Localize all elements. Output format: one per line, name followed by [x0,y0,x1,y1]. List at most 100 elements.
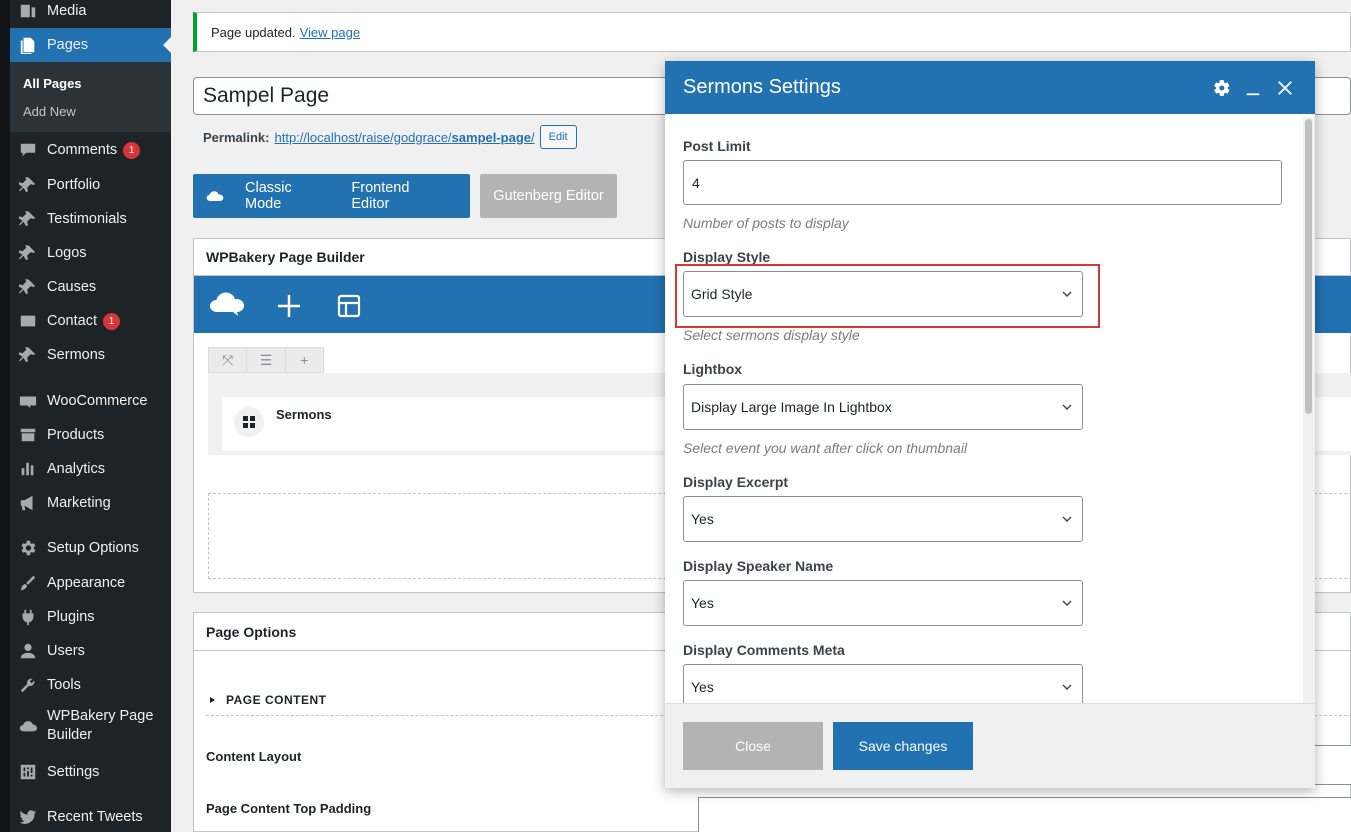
sidebar-item-logos[interactable]: Logos [10,238,171,268]
post-limit-label: Post Limit [683,138,751,154]
modal-scrollbar[interactable] [1303,117,1315,703]
sidebar-item-label: Marketing [47,495,111,511]
sidebar-item-marketing[interactable]: Marketing [10,488,171,518]
editor-mode-bar: Classic Mode Frontend Editor [193,174,470,218]
submenu-add-new[interactable]: Add New [23,104,76,119]
pin-icon [18,243,38,263]
sidebar-item-label: Causes [47,279,97,295]
page-content-toggle[interactable]: PAGE CONTENT [210,693,326,707]
save-changes-button[interactable]: Save changes [833,722,973,770]
sidebar-item-label: Media [47,3,87,19]
sidebar-item-label: Tools [47,677,81,693]
close-button[interactable]: Close [683,722,823,770]
element-name: Sermons [276,407,332,422]
plug-icon [18,607,38,627]
display-style-label: Display Style [683,249,771,265]
user-icon [18,641,38,661]
pages-icon [18,35,38,55]
sidebar-item-label: WooCommerce [47,393,148,409]
modal-footer: Close Save changes [665,703,1315,788]
pin-icon [18,345,38,365]
menu-separator [10,375,171,376]
comments-meta-label: Display Comments Meta [683,642,845,658]
update-notice: Page updated. View page [193,12,1351,52]
media-icon [18,1,38,21]
gear-icon [18,538,38,558]
sidebar-item-label: Settings [47,764,100,780]
sidebar-item-tools[interactable]: Tools [10,670,171,700]
chevron-down-icon [1062,600,1072,606]
add-element-icon[interactable] [276,293,302,319]
pin-icon [18,209,38,229]
post-limit-input[interactable]: 4 [683,160,1282,205]
display-style-hint: Select sermons display style [683,327,860,343]
submenu-all-pages[interactable]: All Pages [23,76,82,91]
top-padding-field[interactable] [698,797,1351,832]
sidebar-item-appearance[interactable]: Appearance [10,568,171,598]
excerpt-label: Display Excerpt [683,474,789,490]
classic-mode-button[interactable]: Classic Mode [245,180,327,212]
view-page-link[interactable]: View page [300,25,360,40]
permalink-row: Permalink: http://localhost/raise/godgra… [203,125,577,149]
sidebar-item-products[interactable]: Products [10,420,171,450]
sidebar-item-causes[interactable]: Causes [10,272,171,302]
cloud-icon [18,716,38,736]
row-move-icon[interactable]: ⤧ [209,348,248,372]
chart-bar-icon [18,459,38,479]
sidebar-item-label: Contact [47,313,97,329]
sidebar-item-recent-tweets[interactable]: Recent Tweets [10,802,171,832]
sidebar-item-settings[interactable]: Settings [10,757,171,787]
sidebar-item-woocommerce[interactable]: WooCommerce [10,386,171,416]
grid-icon [234,407,264,437]
sidebar-item-contact[interactable]: Contact 1 [10,306,171,336]
menu-separator [10,523,171,524]
lightbox-select[interactable]: Display Large Image In Lightbox [683,384,1083,430]
row-layout-icon[interactable]: ☰ [247,348,286,372]
templates-icon[interactable] [336,293,362,319]
sidebar-item-analytics[interactable]: Analytics [10,454,171,484]
sidebar-item-label: Portfolio [47,177,101,193]
modal-body: Post Limit 4 Number of posts to display … [665,114,1315,710]
excerpt-select[interactable]: Yes [683,496,1083,542]
sidebar-item-users[interactable]: Users [10,636,171,666]
gutenberg-editor-button[interactable]: Gutenberg Editor [480,174,617,218]
sidebar-item-media[interactable]: Media [10,0,171,26]
pin-icon [18,277,38,297]
close-icon[interactable] [1275,78,1295,98]
sidebar-item-label: Comments [47,142,118,158]
sidebar-item-label: Analytics [47,461,106,477]
speaker-select[interactable]: Yes [683,580,1083,626]
sidebar-item-plugins[interactable]: Plugins [10,602,171,632]
comments-icon [18,140,38,160]
row-controls: ⤧ ☰ + [208,347,324,373]
sidebar-item-wpbakery-page-builder[interactable]: WPBakery Page Builder [10,704,171,748]
row-add-icon[interactable]: + [286,348,323,372]
sidebar-item-label: Testimonials [47,211,127,227]
sidebar-item-comments[interactable]: Comments 1 [10,135,171,165]
count-badge: 1 [102,312,120,330]
modal-title: Sermons Settings [683,76,841,98]
sidebar-item-setup-options[interactable]: Setup Options [10,533,171,563]
permalink-link[interactable]: http://localhost/raise/godgrace/sampel-p… [274,130,534,145]
lightbox-hint: Select event you want after click on thu… [683,440,968,456]
sidebar-item-label: Appearance [47,575,126,591]
edit-permalink-button[interactable]: Edit [539,125,577,149]
sidebar-item-pages[interactable]: Pages [10,28,171,62]
lightbox-label: Lightbox [683,361,743,377]
sidebar-item-label: Products [47,427,105,443]
gear-icon[interactable] [1211,78,1231,98]
megaphone-icon [18,493,38,513]
permalink-label: Permalink: [203,129,270,145]
sidebar-item-testimonials[interactable]: Testimonials [10,204,171,234]
chevron-down-icon [1062,684,1072,690]
minimize-icon[interactable] [1243,78,1263,98]
sidebar-item-sermons[interactable]: Sermons [10,340,171,370]
scrollbar-thumb[interactable] [1305,119,1312,414]
sidebar-item-portfolio[interactable]: Portfolio [10,170,171,200]
frontend-editor-button[interactable]: Frontend Editor [351,180,446,212]
sidebar-item-label: Setup Options [47,540,139,556]
content-layout-label: Content Layout [206,749,302,764]
archive-icon [18,425,38,445]
pin-icon [18,175,38,195]
wpbakery-logo-icon [210,292,244,316]
